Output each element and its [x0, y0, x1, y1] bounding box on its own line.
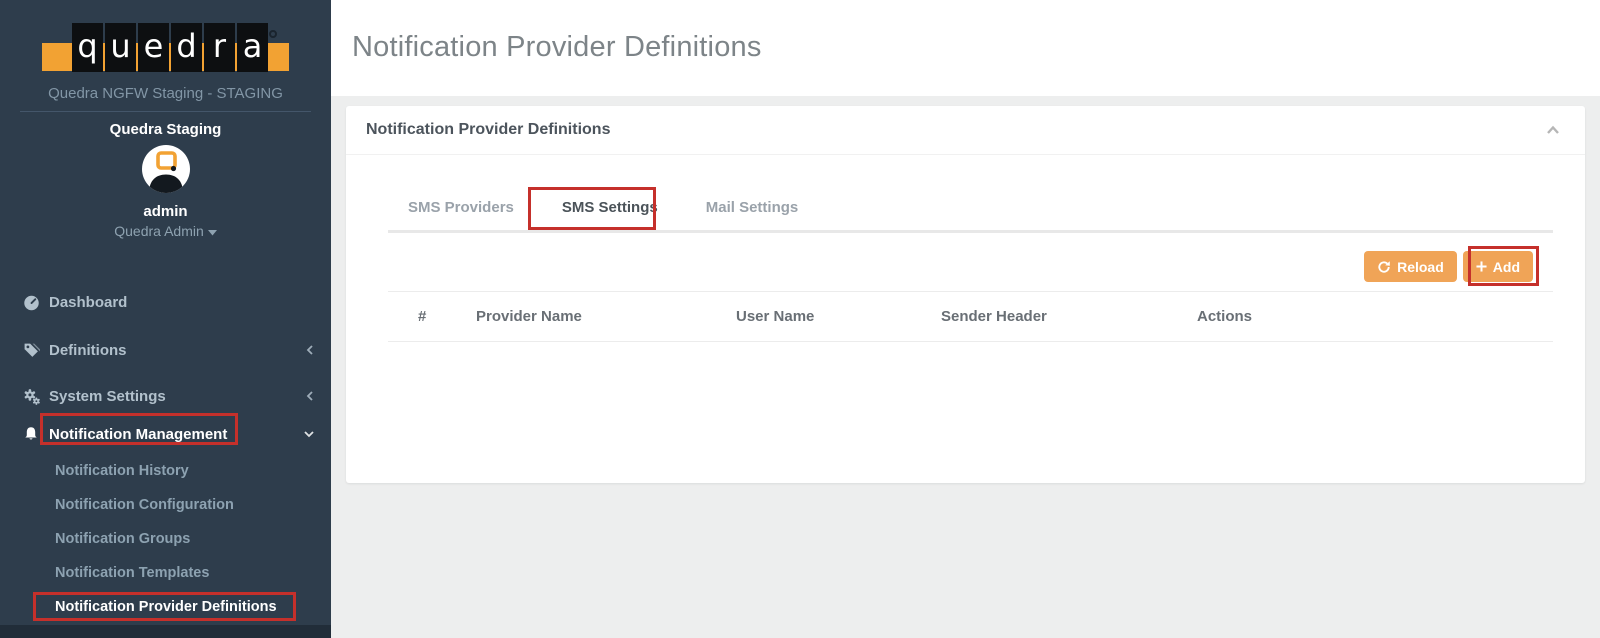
panel-title: Notification Provider Definitions [366, 121, 610, 139]
logo-letter: u [105, 23, 136, 72]
add-button[interactable]: Add [1463, 251, 1533, 282]
add-label: Add [1493, 259, 1520, 275]
sidebar-divider [20, 111, 311, 112]
submenu-item-notification-configuration[interactable]: Notification Configuration [0, 488, 331, 522]
bell-icon [22, 426, 40, 442]
submenu-item-notification-templates[interactable]: Notification Templates [0, 556, 331, 590]
logo-letter: a [237, 23, 268, 72]
column-header-sender-header: Sender Header [941, 292, 1197, 342]
table-header-row: # Provider Name User Name Sender Header … [388, 292, 1553, 342]
submenu-item-notification-groups[interactable]: Notification Groups [0, 522, 331, 556]
sidebar-bottom-strip [0, 625, 331, 638]
sidebar-item-notification-management[interactable]: Notification Management [0, 418, 331, 450]
dashboard-icon [22, 294, 40, 311]
table-toolbar: Reload Add [388, 251, 1533, 282]
sidebar-item-definitions[interactable]: Definitions [0, 326, 331, 374]
workspace-name: Quedra Staging [0, 121, 331, 138]
tab-sms-settings[interactable]: SMS Settings [562, 198, 658, 230]
environment-label: Quedra NGFW Staging - STAGING [0, 85, 331, 102]
submenu-item-notification-history[interactable]: Notification History [0, 454, 331, 488]
logo-letter: r [204, 23, 235, 72]
sidebar-item-label: Dashboard [49, 294, 127, 311]
user-name: admin [0, 203, 331, 220]
logo-letter: e [138, 23, 169, 72]
chevron-left-icon [305, 344, 315, 356]
logo-letter: d [171, 23, 202, 72]
sidebar-menu: Dashboard Definitions System Settings [0, 278, 331, 450]
avatar [142, 145, 190, 193]
tab-mail-settings[interactable]: Mail Settings [706, 198, 799, 230]
logo-tiles: q u e d r a [72, 23, 268, 72]
registered-mark-icon [269, 30, 277, 38]
caret-down-icon [208, 230, 217, 236]
providers-table: # Provider Name User Name Sender Header … [388, 291, 1553, 342]
notification-provider-panel: Notification Provider Definitions SMS Pr… [346, 106, 1585, 483]
page-title: Notification Provider Definitions [331, 0, 1600, 94]
sidebar: q u e d r a Quedra NGFW Staging - STAGIN… [0, 0, 331, 638]
refresh-icon [1377, 260, 1391, 274]
panel-header: Notification Provider Definitions [346, 106, 1585, 155]
sidebar-item-system-settings[interactable]: System Settings [0, 374, 331, 418]
user-role-label: Quedra Admin [114, 223, 204, 239]
column-header-actions: Actions [1197, 292, 1553, 342]
submenu-item-notification-provider-definitions[interactable]: Notification Provider Definitions [0, 590, 331, 624]
user-role-dropdown[interactable]: Quedra Admin [0, 223, 331, 239]
reload-label: Reload [1397, 259, 1444, 275]
tags-icon [22, 342, 40, 359]
plus-icon [1476, 261, 1487, 272]
logo-letter: q [72, 23, 103, 72]
chevron-down-icon [303, 429, 315, 439]
reload-button[interactable]: Reload [1364, 251, 1457, 282]
notification-submenu: Notification History Notification Config… [0, 454, 331, 624]
sidebar-item-label: System Settings [49, 388, 166, 405]
sidebar-item-dashboard[interactable]: Dashboard [0, 278, 331, 326]
panel-body: SMS Providers SMS Settings Mail Settings… [346, 198, 1585, 342]
sidebar-item-label: Notification Management [49, 426, 227, 443]
chevron-up-icon [1545, 123, 1561, 137]
sidebar-item-label: Definitions [49, 342, 127, 359]
tab-bar: SMS Providers SMS Settings Mail Settings [388, 198, 1553, 233]
column-header-user-name: User Name [736, 292, 941, 342]
quedra-logo: q u e d r a [42, 23, 289, 72]
chevron-left-icon [305, 390, 315, 402]
content-header: Notification Provider Definitions [331, 0, 1600, 96]
column-header-index: # [388, 292, 476, 342]
collapse-button[interactable] [1545, 123, 1561, 137]
tab-sms-providers[interactable]: SMS Providers [408, 198, 514, 230]
user-avatar-icon [142, 145, 190, 193]
gears-icon [22, 388, 40, 405]
column-header-provider-name: Provider Name [476, 292, 736, 342]
